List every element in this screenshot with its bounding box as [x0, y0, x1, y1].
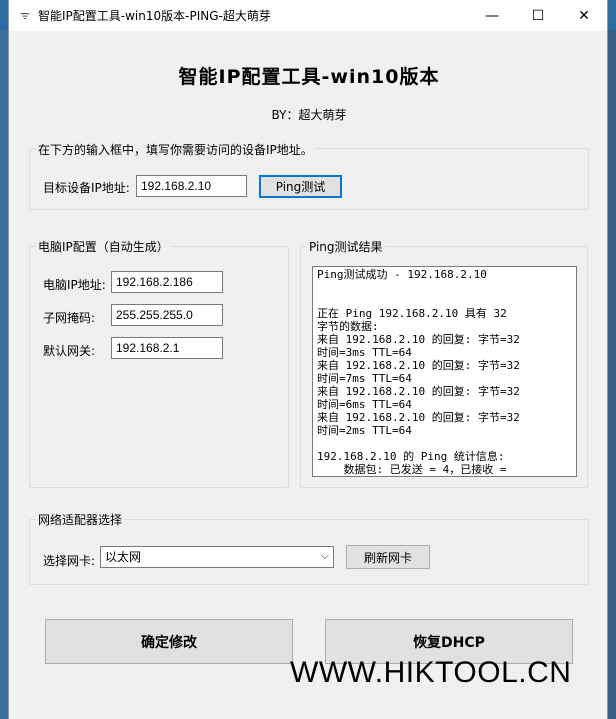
target-ip-input[interactable]: 192.168.2.10: [136, 175, 247, 197]
adapter-select[interactable]: 以太网 ⌵: [100, 546, 334, 568]
gateway-input[interactable]: 192.168.2.1: [111, 337, 223, 359]
author-byline: BY：超大萌芽: [271, 108, 347, 122]
ping-result-line: 来自 192.168.2.10 的回复: 字节=32: [317, 359, 520, 372]
ping-result-line: 192.168.2.10 的 Ping 统计信息:: [317, 450, 505, 463]
ping-result-line: 时间=2ms TTL=64: [317, 424, 412, 437]
adapter-selected-value: 以太网: [105, 550, 142, 564]
pc-ip-group-title: 电脑IP配置（自动生成）: [36, 238, 171, 255]
ping-result-line: 时间=6ms TTL=64: [317, 398, 412, 411]
title-bar[interactable]: ᯤ 智能IP配置工具-win10版本-PING-超大萌芽 — ☐ ✕: [9, 0, 607, 31]
ping-result-line: 来自 192.168.2.10 的回复: 字节=32: [317, 411, 520, 424]
minimize-button[interactable]: —: [469, 0, 515, 31]
app-icon: ᯤ: [19, 9, 31, 22]
window-title: 智能IP配置工具-win10版本-PING-超大萌芽: [38, 9, 271, 23]
target-ip-label: 目标设备IP地址:: [43, 181, 130, 195]
adapter-group-title: 网络适配器选择: [36, 511, 125, 528]
desktop-right-edge: [608, 30, 616, 719]
desktop-left-edge: [0, 30, 8, 719]
chevron-down-icon: ⌵: [320, 549, 329, 562]
app-window: ᯤ 智能IP配置工具-win10版本-PING-超大萌芽 — ☐ ✕ 智能IP配…: [8, 0, 608, 719]
maximize-button[interactable]: ☐: [515, 0, 561, 31]
page-title: 智能IP配置工具-win10版本: [178, 66, 440, 88]
adapter-select-label: 选择网卡:: [43, 554, 96, 568]
subnet-mask-input[interactable]: 255.255.255.0: [111, 304, 223, 326]
pc-ip-label: 电脑IP地址:: [43, 278, 106, 292]
ping-result-output[interactable]: Ping测试成功 - 192.168.2.10 正在 Ping 192.168.…: [312, 266, 577, 477]
pc-ip-input[interactable]: 192.168.2.186: [111, 271, 223, 293]
ping-result-line: [317, 437, 572, 450]
ping-result-group-title: Ping测试结果: [307, 238, 385, 255]
refresh-adapters-button[interactable]: 刷新网卡: [346, 545, 430, 569]
ping-result-line: [317, 281, 572, 294]
ping-result-line: Ping测试成功 - 192.168.2.10: [317, 268, 487, 281]
ping-result-line: 时间=7ms TTL=64: [317, 372, 412, 385]
target-instruction: 在下方的输入框中，填写你需要访问的设备IP地址。: [36, 141, 315, 158]
gateway-label: 默认网关:: [43, 344, 96, 358]
subnet-mask-label: 子网掩码:: [43, 311, 96, 325]
ping-result-line: 数据包: 已发送 = 4，已接收 =: [317, 463, 507, 476]
ping-result-line: 来自 192.168.2.10 的回复: 字节=32: [317, 385, 520, 398]
ping-result-line: 时间=3ms TTL=64: [317, 346, 412, 359]
ping-result-line: [317, 294, 572, 307]
close-button[interactable]: ✕: [561, 0, 607, 31]
ping-test-button[interactable]: Ping测试: [259, 175, 342, 198]
ping-result-line: 正在 Ping 192.168.2.10 具有 32: [317, 307, 507, 320]
confirm-change-button[interactable]: 确定修改: [45, 619, 293, 664]
watermark-text: WWW.HIKTOOL.CN: [290, 656, 572, 689]
ping-result-line: 字节的数据:: [317, 320, 379, 333]
ping-result-line: 来自 192.168.2.10 的回复: 字节=32: [317, 333, 520, 346]
